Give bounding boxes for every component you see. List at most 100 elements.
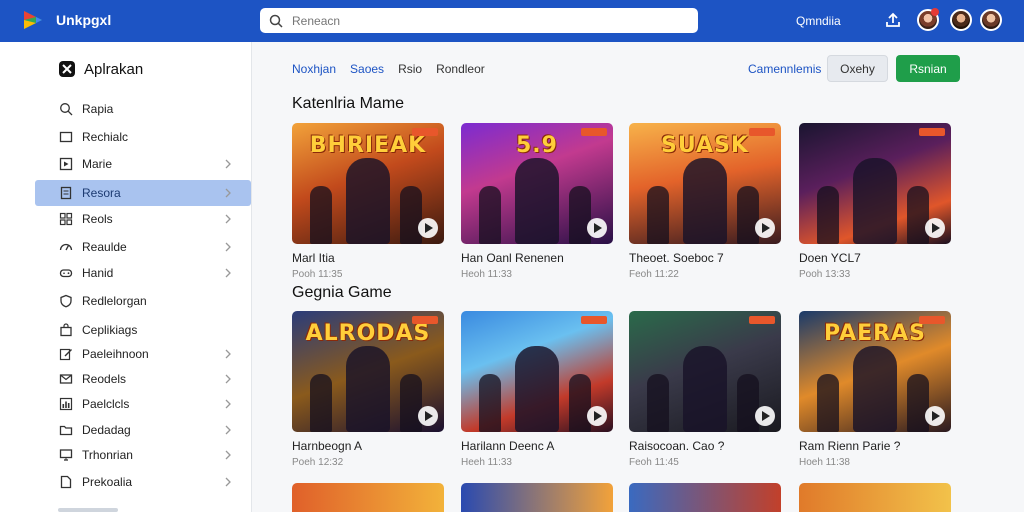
play-icon[interactable]	[925, 406, 945, 426]
game-thumbnail[interactable]: BHRIEAK	[292, 123, 444, 244]
game-title[interactable]: Harilann Deenc A	[461, 439, 613, 453]
game-logo-art: PAERAS	[824, 321, 926, 346]
game-card[interactable]: Raisocoan. Cao ? Feoh 11:45	[629, 311, 781, 468]
sidebar-item-label: Hanid	[82, 266, 114, 280]
chevron-right-icon	[225, 399, 231, 409]
play-icon[interactable]	[587, 406, 607, 426]
new-badge	[919, 128, 945, 136]
game-title[interactable]: Raisocoan. Cao ?	[629, 439, 781, 453]
play-icon[interactable]	[755, 406, 775, 426]
game-card[interactable]: Doen YCL7 Pooh 13:33	[799, 123, 951, 280]
avatar[interactable]	[950, 9, 972, 31]
tab[interactable]: Rsio	[398, 62, 422, 76]
shield-icon	[60, 294, 72, 308]
action-link[interactable]: Camennlemis	[748, 62, 821, 76]
sidebar-scrollbar[interactable]	[58, 508, 118, 512]
sidebar-item[interactable]: Hanid	[35, 260, 251, 286]
sidebar-item[interactable]: Trhonrian	[35, 442, 251, 468]
character-art	[907, 186, 929, 244]
search-bar[interactable]	[260, 8, 698, 33]
sidebar-item[interactable]: Reaulde	[35, 234, 251, 260]
file-icon	[60, 475, 72, 489]
sidebar-item-label: Rechialc	[82, 130, 129, 144]
play-icon[interactable]	[418, 406, 438, 426]
app-logo-icon[interactable]	[22, 9, 44, 31]
chevron-right-icon	[225, 425, 231, 435]
upload-icon[interactable]	[884, 11, 902, 29]
game-thumbnail[interactable]: SUASK	[629, 123, 781, 244]
character-art	[310, 186, 332, 244]
game-thumbnail[interactable]	[799, 123, 951, 244]
sidebar-item-label: Paelclcls	[82, 397, 130, 411]
tab[interactable]: Rondleor	[436, 62, 485, 76]
sidebar-item-label: Redlelorgan	[82, 294, 147, 308]
sidebar-item-label: Resora	[82, 186, 121, 200]
sidebar-item[interactable]: Reodels	[35, 366, 251, 392]
chevron-right-icon	[225, 374, 231, 384]
game-title[interactable]: Harnbeogn A	[292, 439, 444, 453]
sidebar-item[interactable]: Rapia	[35, 96, 251, 122]
game-thumbnail[interactable]	[461, 311, 613, 432]
game-thumbnail[interactable]: 5.9	[461, 123, 613, 244]
app-title: Unkpgxl	[56, 12, 112, 28]
sidebar-item-label: Marie	[82, 157, 113, 171]
game-thumbnail[interactable]: ALRODAS	[292, 311, 444, 432]
game-card[interactable]: SUASK Theoet. Soeboc 7 Feoh 11:22	[629, 123, 781, 280]
tab[interactable]: Noxhjan	[292, 62, 336, 76]
avatar[interactable]	[980, 9, 1002, 31]
character-art	[569, 186, 591, 244]
game-logo-art: BHRIEAK	[309, 133, 427, 158]
chevron-right-icon	[225, 477, 231, 487]
sidebar-item[interactable]: Paelclcls	[35, 391, 251, 417]
character-art	[817, 186, 839, 244]
sidebar-item[interactable]: Ceplikiags	[35, 317, 251, 343]
play-icon[interactable]	[755, 218, 775, 238]
sidebar-item[interactable]: Redlelorgan	[35, 288, 251, 314]
game-thumbnail[interactable]	[629, 311, 781, 432]
game-card[interactable]: 5.9 Han Oanl Renenen Heoh 11:33	[461, 123, 613, 280]
sidebar-item-label: Reodels	[82, 372, 127, 386]
game-title[interactable]: Han Oanl Renenen	[461, 251, 613, 265]
game-thumbnail[interactable]	[461, 483, 613, 512]
character-art	[569, 374, 591, 432]
game-thumbnail[interactable]: PAERAS	[799, 311, 951, 432]
game-card[interactable]: BHRIEAK Marl Itia Pooh 11:35	[292, 123, 444, 280]
primary-button[interactable]: Rsnian	[896, 55, 960, 82]
game-thumbnail[interactable]	[292, 483, 444, 512]
sidebar-item-label: Paeleihnoon	[82, 347, 149, 361]
new-badge	[919, 316, 945, 324]
sidebar-item[interactable]: Paeleihnoon	[35, 341, 251, 367]
character-art	[310, 374, 332, 432]
sidebar-item[interactable]: Prekoalia	[35, 469, 251, 495]
app-mark-icon	[59, 61, 75, 77]
search-input[interactable]	[292, 13, 672, 28]
sidebar-header: Aplrakan	[58, 60, 143, 78]
game-title[interactable]: Ram Rienn Parie ?	[799, 439, 951, 453]
play-icon[interactable]	[587, 218, 607, 238]
play-icon[interactable]	[418, 218, 438, 238]
game-thumbnail[interactable]	[799, 483, 951, 512]
sidebar-title: Aplrakan	[84, 60, 144, 78]
sidebar-item[interactable]: Reols	[35, 206, 251, 232]
tab[interactable]: Saoes	[350, 62, 384, 76]
game-card[interactable]: Harilann Deenc A Heeh 11:33	[461, 311, 613, 468]
play-icon[interactable]	[925, 218, 945, 238]
game-title[interactable]: Marl Itia	[292, 251, 444, 265]
game-thumbnail[interactable]	[629, 483, 781, 512]
chart-icon	[59, 397, 73, 411]
character-art	[479, 186, 501, 244]
game-card[interactable]: PAERAS Ram Rienn Parie ? Hoeh 11:38	[799, 311, 951, 468]
sidebar-item-label: Dedadag	[82, 423, 131, 437]
sidebar-item[interactable]: Resora	[35, 180, 251, 206]
sidebar-item[interactable]: Dedadag	[35, 417, 251, 443]
game-logo-art: ALRODAS	[305, 321, 431, 346]
game-card[interactable]: ALRODAS Harnbeogn A Poeh 12:32	[292, 311, 444, 468]
secondary-button[interactable]: Oxehy	[827, 55, 888, 82]
top-nav-link[interactable]: Qmndiia	[796, 14, 841, 28]
game-title[interactable]: Theoet. Soeboc 7	[629, 251, 781, 265]
sidebar-item[interactable]: Rechialc	[35, 124, 251, 150]
game-meta: Poeh 12:32	[292, 457, 344, 468]
sidebar-item[interactable]: Marie	[35, 151, 251, 177]
game-title[interactable]: Doen YCL7	[799, 251, 951, 265]
monitor-icon	[59, 449, 73, 461]
